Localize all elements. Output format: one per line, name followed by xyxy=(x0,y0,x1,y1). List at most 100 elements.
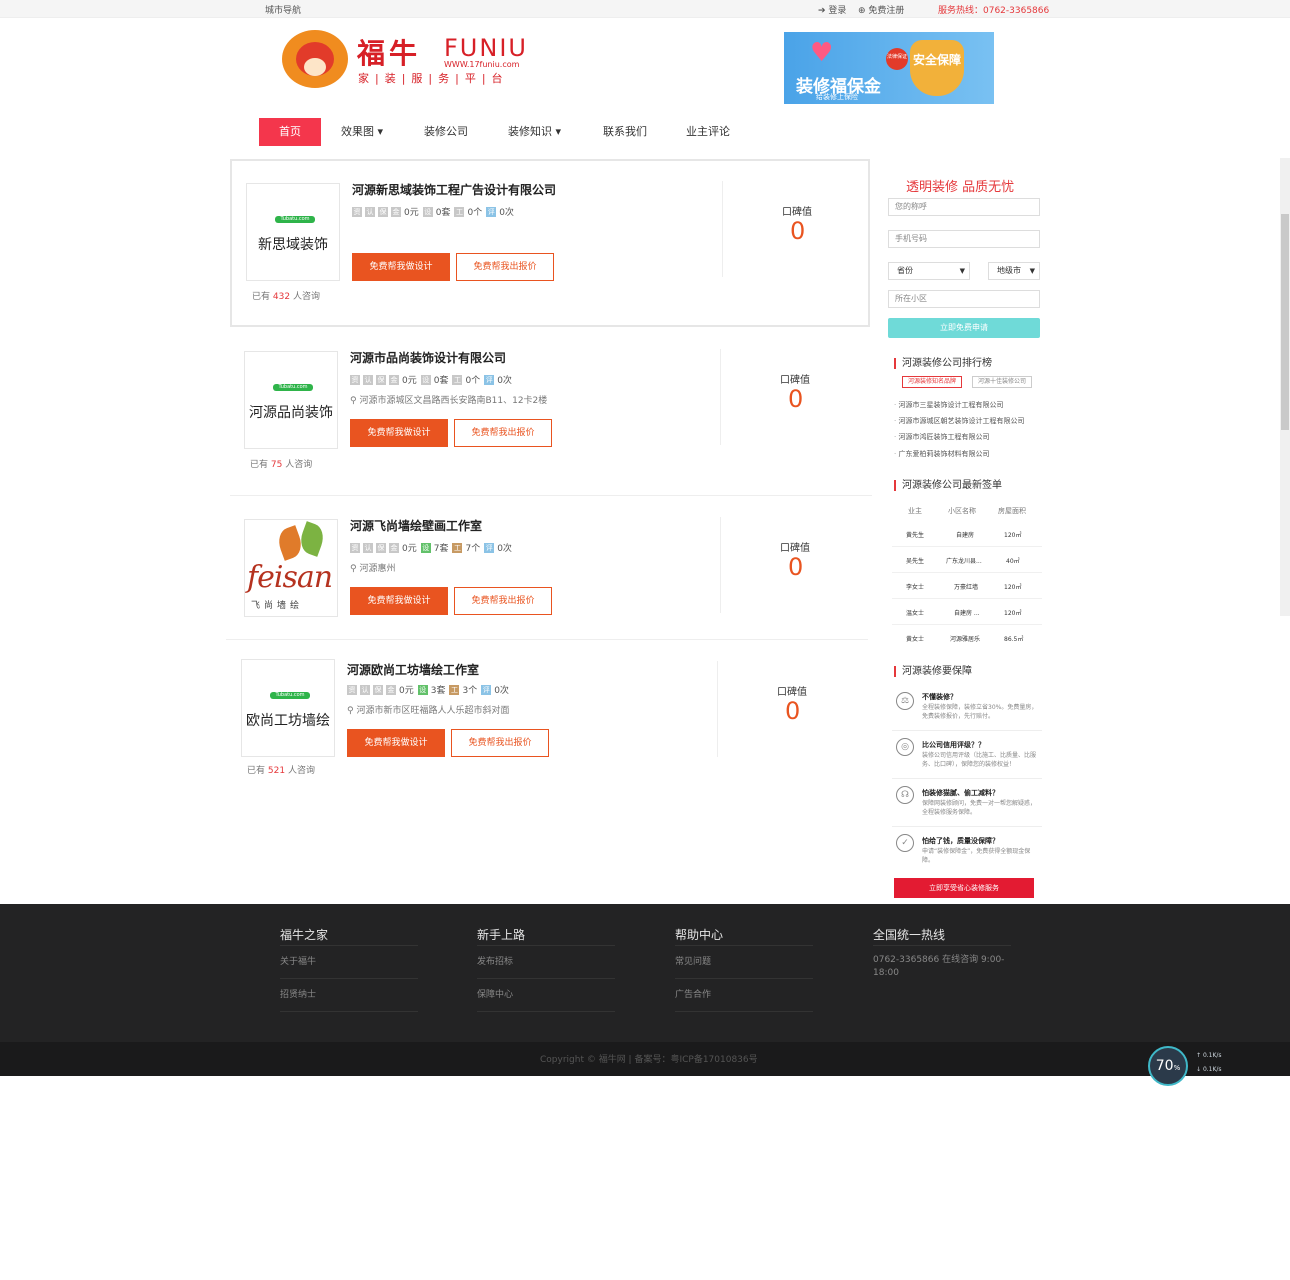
reputation-label: 口碑值 xyxy=(777,687,807,698)
consult-count: 已有 75 人咨询 xyxy=(250,457,312,470)
guarantee-item-title: 怕装修猫腻、偷工减料？ xyxy=(922,789,999,797)
download-speed-value: 0.1K/s xyxy=(1202,1066,1222,1073)
city-nav-link[interactable]: 城市导航 xyxy=(265,3,301,16)
footer-link[interactable]: 招贤纳士 xyxy=(280,979,418,1012)
logo-tag: Tubatu.com xyxy=(275,216,315,223)
free-quote-button[interactable]: 免费帮我出报价 xyxy=(451,729,549,757)
speed-percent-value: 70 xyxy=(1155,1058,1174,1074)
nav-home[interactable]: 首页 xyxy=(259,118,321,146)
company-logo[interactable]: feisan 飞尚墙绘 xyxy=(244,519,338,617)
nav-knowledge-label: 装修知识 xyxy=(508,125,552,138)
company-logo[interactable]: Tubatu.com 欧尚工坊墙绘 xyxy=(241,659,335,757)
company-card: Tubatu.com 河源品尚装饰 已有 75 人咨询 河源市品尚装饰设计有限公… xyxy=(230,329,870,497)
footer-link[interactable]: 发布招标 xyxy=(477,946,615,979)
free-quote-button[interactable]: 免费帮我出报价 xyxy=(456,253,554,281)
nav-knowledge[interactable]: 装修知识 ▾ xyxy=(508,118,561,146)
site-icon: 工 xyxy=(454,206,465,217)
login-link[interactable]: ➔ 登录 xyxy=(818,3,846,16)
nav-companies[interactable]: 装修公司 xyxy=(424,118,468,146)
logo-text: 新思域装饰 xyxy=(258,237,328,253)
company-stats: 资认保金 0元设 0套工 0个评 0次 xyxy=(352,205,518,218)
free-design-button[interactable]: 免费帮我做设计 xyxy=(350,587,448,615)
footer-link[interactable]: 关于福牛 xyxy=(280,946,418,979)
site-logo[interactable]: 福牛 FUNIU WWW.17funiu.com 家|装|服|务|平|台 xyxy=(282,30,532,90)
caret-down-icon: ▾ xyxy=(555,125,562,138)
company-logo[interactable]: Tubatu.com 河源品尚装饰 xyxy=(244,351,338,449)
badge-icon: 认 xyxy=(365,206,375,217)
footer-link[interactable]: 常见问题 xyxy=(675,946,813,979)
guarantee-panel: 河源装修要保障 ⚖ 不懂装修？ 全程装修保障，装修立省30%。免费量房，免费装修… xyxy=(884,658,1048,902)
enjoy-service-button[interactable]: 立即享受省心装修服务 xyxy=(894,878,1034,898)
caret-down-icon: ▼ xyxy=(959,267,965,275)
consult-post: 人咨询 xyxy=(287,766,315,776)
site-icon: 工 xyxy=(452,374,463,385)
percent-sign: % xyxy=(1173,1064,1181,1072)
cow-mascot-icon xyxy=(282,30,348,88)
scrollbar[interactable] xyxy=(1280,158,1290,616)
free-quote-button[interactable]: 免费帮我出报价 xyxy=(454,587,552,615)
order-area: 40㎡ xyxy=(1006,558,1020,565)
order-owner: 李女士 xyxy=(906,584,925,591)
headset-icon: ☊ xyxy=(896,786,914,804)
divider xyxy=(892,546,1042,547)
order-owner: 黄女士 xyxy=(906,636,925,643)
guarantee-item-title: 不懂装修？ xyxy=(922,693,957,701)
guarantee-item-desc: 申请“装修保障金”，免费获得全额现金保障。 xyxy=(922,848,1031,864)
free-design-button[interactable]: 免费帮我做设计 xyxy=(350,419,448,447)
apply-button[interactable]: 立即免费申请 xyxy=(888,318,1040,338)
badge-icon: 金 xyxy=(389,542,399,553)
company-name[interactable]: 河源飞尚墙绘壁画工作室 xyxy=(350,517,482,534)
city-select[interactable]: 地级市 ▼ xyxy=(988,262,1040,280)
stat-designs: 3套 xyxy=(430,686,446,696)
ranking-item[interactable]: 河源市三星装饰设计工程有限公司 xyxy=(894,400,1003,410)
nav-reviews[interactable]: 业主评论 xyxy=(686,118,730,146)
footer-link[interactable]: 广告合作 xyxy=(675,979,813,1012)
scrollbar-thumb[interactable] xyxy=(1281,214,1289,430)
nav-gallery[interactable]: 效果图 ▾ xyxy=(341,118,383,146)
free-quote-button[interactable]: 免费帮我出报价 xyxy=(454,419,552,447)
tab-top10[interactable]: 河源十佳装修公司 xyxy=(972,376,1032,388)
city-value: 地级市 xyxy=(997,266,1021,275)
company-name[interactable]: 河源欧尚工坊墙绘工作室 xyxy=(347,661,479,678)
footer-link[interactable]: 保障中心 xyxy=(477,979,615,1012)
design-icon: 设 xyxy=(420,542,431,553)
register-link[interactable]: ⊕ 免费注册 xyxy=(858,3,904,16)
badge-icon: 资 xyxy=(350,374,360,385)
company-logo[interactable]: Tubatu.com 新思域装饰 xyxy=(246,183,340,281)
nav-contact[interactable]: 联系我们 xyxy=(603,118,647,146)
consult-num: 432 xyxy=(272,292,291,302)
stat-deposit: 0元 xyxy=(399,686,414,696)
ranking-item[interactable]: 广东爱柏莉装饰材料有限公司 xyxy=(894,449,989,459)
logo-cn: 福牛 xyxy=(357,37,422,70)
company-name[interactable]: 河源市品尚装饰设计有限公司 xyxy=(350,349,506,366)
col-area: 房屋面积 xyxy=(998,507,1026,515)
logo-slogan: 家|装|服|务|平|台 xyxy=(358,72,509,85)
stat-sites: 3个 xyxy=(462,686,478,696)
province-select[interactable]: 省份 ▼ xyxy=(888,262,970,280)
badge-icon: 资 xyxy=(350,542,360,553)
network-speed-widget[interactable]: 70% ↑ 0.1K/s ↓ 0.1K/s xyxy=(1148,1046,1228,1086)
stat-reviews: 0次 xyxy=(499,208,514,218)
map-pin-icon: ⚲ xyxy=(350,396,357,406)
logo-url: WWW.17funiu.com xyxy=(444,60,520,69)
ranking-item[interactable]: 河源市鸿匠装饰工程有限公司 xyxy=(894,432,989,442)
reputation-label: 口碑值 xyxy=(780,543,810,554)
company-address: ⚲ 河源市源城区文昌路西长安路南B11、12卡2楼 xyxy=(350,393,547,406)
free-design-button[interactable]: 免费帮我做设计 xyxy=(347,729,445,757)
order-community: 广东龙川县... xyxy=(946,558,982,565)
badge-icon: 金 xyxy=(389,374,399,385)
phone-input[interactable]: 手机号码 xyxy=(888,230,1040,248)
ranking-item[interactable]: 河源市源城区朝艺装饰设计工程有限公司 xyxy=(894,416,1024,426)
consult-num: 75 xyxy=(270,460,283,470)
name-input[interactable]: 您的称呼 xyxy=(888,198,1040,216)
insurance-banner[interactable]: ♥ 装修福保金 给装修上保险 法律保证 安全保障 xyxy=(784,32,994,104)
province-value: 省份 xyxy=(897,266,913,275)
tab-brands[interactable]: 河源装修知名品牌 xyxy=(902,376,962,388)
review-icon: 评 xyxy=(484,374,495,385)
community-input[interactable]: 所在小区 xyxy=(888,290,1040,308)
site-icon: 工 xyxy=(449,684,460,695)
company-name[interactable]: 河源新思域装饰工程广告设计有限公司 xyxy=(352,181,556,198)
free-design-button[interactable]: 免费帮我做设计 xyxy=(352,253,450,281)
shield-icon: 安全保障 xyxy=(910,40,964,96)
upload-speed-value: 0.1K/s xyxy=(1202,1052,1222,1059)
